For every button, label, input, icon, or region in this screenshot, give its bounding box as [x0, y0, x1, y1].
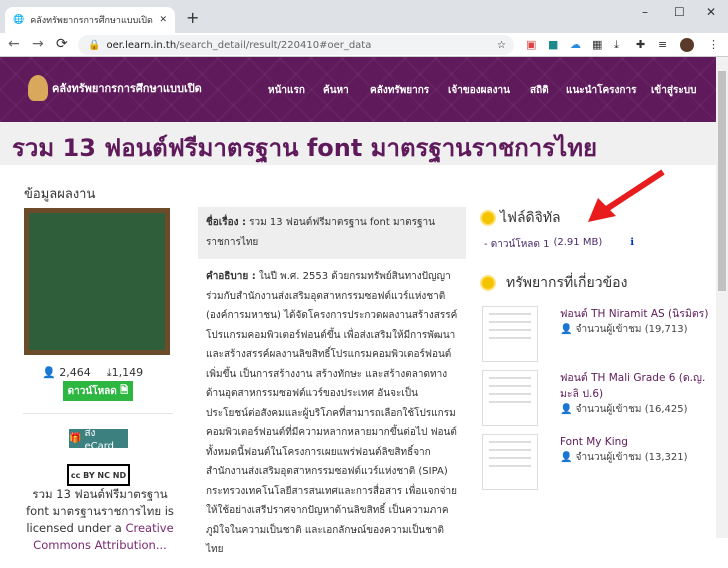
logo-text: คลังทรัพยากรการศึกษาแบบเปิด	[52, 82, 202, 95]
address-toolbar: ← → ⟳ 🔒 oer.learn.in.th/search_detail/res…	[0, 33, 728, 57]
site-logo[interactable]: คลังทรัพยากรการศึกษาแบบเปิด	[28, 75, 202, 101]
user-icon: 👤	[560, 324, 573, 335]
license-text: รวม 13 ฟอนต์ฟรีมาตรฐาน font มาตรฐานราชกา…	[20, 486, 180, 554]
related-views: จำนวนผู้เข้าชม (19,713)	[575, 324, 688, 335]
site-header: คลังทรัพยากรการศึกษาแบบเปิด หน้าแรก ค้นห…	[0, 57, 716, 122]
star-icon[interactable]: ☆	[497, 40, 506, 51]
divider	[23, 413, 173, 414]
ecard-label: ส่ง eCard	[84, 427, 114, 452]
scrollbar[interactable]	[716, 57, 728, 538]
back-icon[interactable]: ←	[8, 36, 20, 52]
extension-icon[interactable]: ▣	[526, 38, 536, 51]
sidebar-right: ไฟล์ดิจิทัล - ดาวน์โหลด 1 (2.91 MB) ℹ ทรัพ…	[482, 207, 712, 498]
menu-search[interactable]: ค้นหา	[323, 83, 349, 98]
desc-value: ในปี พ.ศ. 2553 ด้วยกรมทรัพย์สินทางปัญญา …	[206, 271, 458, 555]
title-band: รวม 13 ฟอนต์ฟรีมาตรฐาน font มาตรฐานราชกา…	[0, 122, 716, 165]
tab-title: คลังทรัพยากรการศึกษาแบบเปิด โครงการ	[30, 16, 153, 26]
new-tab-button[interactable]: +	[186, 8, 199, 27]
download-button[interactable]: ดาวน์โหลด 🗎	[63, 381, 133, 401]
view-count: 2,464	[59, 366, 91, 379]
sun-icon	[482, 212, 494, 224]
scrollbar-thumb[interactable]	[718, 71, 726, 291]
maximize-button[interactable]: ☐	[674, 5, 685, 19]
related-title[interactable]: Font My King	[560, 434, 687, 450]
menu-stats[interactable]: สถิติ	[530, 83, 549, 98]
title-box: ชื่อเรื่อง : รวม 13 ฟอนต์ฟรีมาตรฐาน font…	[198, 207, 466, 259]
user-icon: 👤	[560, 452, 573, 463]
related-title[interactable]: ฟอนต์ TH Niramit AS (นิรมิตร)	[560, 306, 708, 322]
cc-license-logo[interactable]: cc BY NC ND	[67, 464, 130, 486]
cover-image	[24, 208, 170, 355]
user-icon: 👤	[42, 366, 56, 379]
user-icon: 👤	[560, 404, 573, 415]
forward-icon[interactable]: →	[32, 36, 44, 52]
sun-icon	[482, 277, 494, 289]
url-path: /search_detail/result/220410#oer_data	[176, 39, 372, 51]
related-thumbnail[interactable]	[482, 306, 538, 362]
browser-tab[interactable]: 🌐 คลังทรัพยากรการศึกษาแบบเปิด โครงการ ✕	[5, 7, 175, 33]
related-views: จำนวนผู้เข้าชม (13,321)	[575, 452, 688, 463]
menu-resources[interactable]: คลังทรัพยากร	[370, 83, 429, 98]
related-heading: ทรัพยากรที่เกี่ยวข้อง	[482, 272, 712, 294]
file-icon: 🗎	[120, 384, 129, 396]
close-tab-icon[interactable]: ✕	[159, 15, 167, 25]
digital-heading-text: ไฟล์ดิจิทัล	[500, 210, 561, 226]
stats: 👤 2,464 ⤓1,149	[42, 366, 143, 380]
file-download: - ดาวน์โหลด 1 (2.91 MB) ℹ	[484, 237, 712, 252]
title-label: ชื่อเรื่อง :	[206, 217, 246, 228]
related-item[interactable]: ฟอนต์ TH Mali Grade 6 (ด.ญ. มะลิ ป.6) 👤 จ…	[482, 370, 712, 426]
lock-icon: 🔒	[88, 39, 101, 51]
red-arrow-annotation	[588, 169, 665, 222]
desc-label: คำอธิบาย :	[206, 271, 256, 282]
close-window-button[interactable]: ✕	[706, 5, 716, 19]
avatar[interactable]	[680, 38, 694, 52]
tab-bar: 🌐คลังทรัพยากรการศึกษาแบบเปิด โครงการ✕ + …	[0, 0, 728, 33]
related-views: จำนวนผู้เข้าชม (16,425)	[575, 404, 688, 415]
related-title[interactable]: ฟอนต์ TH Mali Grade 6 (ด.ญ. มะลิ ป.6)	[560, 370, 712, 402]
related-item[interactable]: Font My King 👤 จำนวนผู้เข้าชม (13,321)	[482, 434, 712, 490]
cloud-icon[interactable]: ☁	[570, 38, 581, 51]
reading-list-icon[interactable]: ≡	[658, 38, 667, 51]
download-count: 1,149	[111, 366, 144, 379]
related-thumbnail[interactable]	[482, 434, 538, 490]
download-label: ดาวน์โหลด	[67, 385, 117, 397]
address-bar[interactable]: 🔒 oer.learn.in.th/search_detail/result/22…	[78, 35, 514, 55]
menu-icon[interactable]: ⋮	[708, 38, 719, 51]
gift-icon: 🎁	[69, 433, 82, 444]
related-item[interactable]: ฟอนต์ TH Niramit AS (นิรมิตร) 👤 จำนวนผู้เ…	[482, 306, 712, 362]
ecard-button[interactable]: 🎁 ส่ง eCard	[69, 428, 128, 452]
minimize-button[interactable]: –	[642, 5, 648, 19]
description: คำอธิบาย : ในปี พ.ศ. 2553 ด้วยกรมทรัพย์ส…	[198, 259, 466, 568]
info-icon[interactable]: ℹ	[630, 237, 634, 252]
puzzle-icon[interactable]: ✚	[636, 38, 645, 51]
reload-icon[interactable]: ⟳	[56, 36, 68, 52]
section-heading: ข้อมูลผลงาน	[24, 187, 96, 202]
related-thumbnail[interactable]	[482, 370, 538, 426]
menu-owners[interactable]: เจ้าของผลงาน	[448, 83, 510, 98]
url-host: oer.learn.in.th	[106, 39, 177, 51]
menu-login[interactable]: เข้าสู่ระบบ	[651, 83, 696, 98]
download-icon[interactable]: ⤓	[614, 38, 619, 52]
page-title: รวม 13 ฟอนต์ฟรีมาตรฐาน font มาตรฐานราชกา…	[12, 134, 598, 162]
qr-icon[interactable]: ▦	[592, 38, 602, 51]
menu-home[interactable]: หน้าแรก	[268, 83, 305, 98]
globe-icon: 🌐	[13, 15, 25, 25]
resource-details: ชื่อเรื่อง : รวม 13 ฟอนต์ฟรีมาตรฐาน font…	[198, 207, 466, 568]
file-size: (2.91 MB)	[553, 237, 603, 248]
reader-icon[interactable]: ■	[548, 38, 558, 51]
related-heading-text: ทรัพยากรที่เกี่ยวข้อง	[506, 275, 628, 291]
file-download-link[interactable]: - ดาวน์โหลด 1	[484, 237, 549, 252]
emblem-icon	[28, 75, 48, 101]
menu-about[interactable]: แนะนำโครงการ	[566, 83, 636, 98]
